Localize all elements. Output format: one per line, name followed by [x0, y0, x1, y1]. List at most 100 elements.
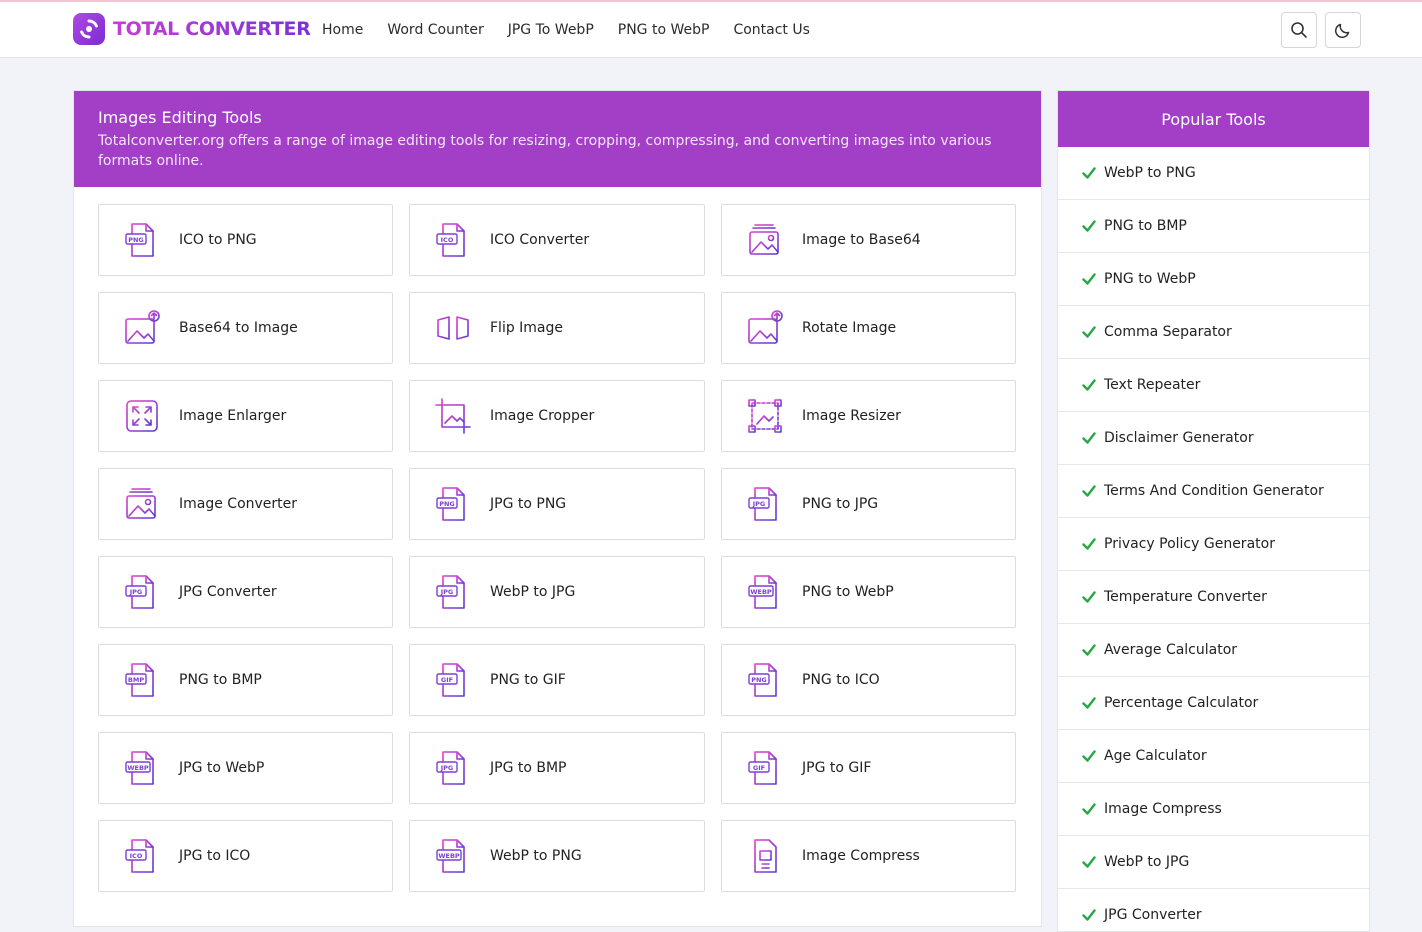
svg-text:WEBP: WEBP	[750, 588, 772, 596]
tool-card-label: PNG to ICO	[802, 672, 880, 688]
file-ico-icon: ICO	[125, 839, 154, 873]
popular-tools-sidebar: Popular Tools WebP to PNG PNG to BMP PNG t…	[1057, 90, 1370, 932]
svg-text:JPG: JPG	[440, 764, 454, 772]
tool-card-image-enlarger[interactable]: Image Enlarger	[98, 380, 393, 452]
tool-card-image-cropper[interactable]: Image Cropper	[409, 380, 705, 452]
tool-card-ico-to-png[interactable]: PNG ICO to PNG	[98, 204, 393, 276]
tool-card-jpg-to-png[interactable]: PNG JPG to PNG	[409, 468, 705, 540]
sidebar-item-png-to-bmp[interactable]: PNG to BMP	[1058, 200, 1369, 253]
file-bmp-icon: BMP	[125, 663, 154, 697]
sidebar-title: Popular Tools	[1058, 91, 1369, 147]
sidebar-item-comma-separator[interactable]: Comma Separator	[1058, 306, 1369, 359]
site-header: TOTAL CONVERTER Home Word Counter JPG To…	[0, 2, 1422, 58]
check-icon	[1082, 909, 1096, 921]
file-png-icon: PNG	[125, 223, 154, 257]
tool-card-image-converter[interactable]: Image Converter	[98, 468, 393, 540]
tool-card-label: Rotate Image	[802, 320, 897, 336]
sidebar-item-age-calculator[interactable]: Age Calculator	[1058, 730, 1369, 783]
tool-card-label: JPG Converter	[179, 584, 277, 600]
svg-text:JPG: JPG	[752, 500, 766, 508]
tool-card-flip-image[interactable]: Flip Image	[409, 292, 705, 364]
sidebar-item-text-repeater[interactable]: Text Repeater	[1058, 359, 1369, 412]
check-icon	[1082, 167, 1096, 179]
check-icon	[1082, 697, 1096, 709]
tool-card-png-to-ico[interactable]: PNG PNG to ICO	[721, 644, 1016, 716]
check-icon	[1082, 538, 1096, 550]
crop-icon	[435, 398, 471, 434]
tool-card-png-to-jpg[interactable]: JPG PNG to JPG	[721, 468, 1016, 540]
nav-word-counter[interactable]: Word Counter	[387, 22, 483, 38]
resize-icon	[748, 399, 782, 433]
tools-grid: PNG ICO to PNG ICO ICO Converter Image to Ba…	[98, 204, 1016, 892]
svg-text:GIF: GIF	[441, 676, 453, 684]
sidebar-item-label: Disclaimer Generator	[1104, 430, 1254, 446]
tool-card-label: WebP to JPG	[490, 584, 576, 600]
tool-card-label: PNG to GIF	[490, 672, 566, 688]
file-png-icon: PNG	[748, 663, 777, 697]
svg-text:JPG: JPG	[129, 588, 143, 596]
nav-png-to-webp[interactable]: PNG to WebP	[618, 22, 710, 38]
nav-jpg-to-webp[interactable]: JPG To WebP	[508, 22, 594, 38]
file-webp-icon: WEBP	[125, 751, 154, 785]
image-upload-icon	[125, 310, 160, 344]
sidebar-item-label: Age Calculator	[1104, 748, 1207, 764]
sidebar-item-average-calculator[interactable]: Average Calculator	[1058, 624, 1369, 677]
dark-mode-toggle[interactable]	[1325, 12, 1361, 48]
sidebar-item-png-to-webp[interactable]: PNG to WebP	[1058, 253, 1369, 306]
sidebar-item-percentage-calculator[interactable]: Percentage Calculator	[1058, 677, 1369, 730]
sidebar-item-disclaimer-generator[interactable]: Disclaimer Generator	[1058, 412, 1369, 465]
search-button[interactable]	[1281, 12, 1317, 48]
svg-text:JPG: JPG	[440, 588, 454, 596]
tool-card-webp-to-jpg[interactable]: JPG WebP to JPG	[409, 556, 705, 628]
sidebar-item-webp-to-png[interactable]: WebP to PNG	[1058, 147, 1369, 200]
svg-text:ICO: ICO	[441, 236, 454, 244]
nav-home[interactable]: Home	[322, 22, 363, 38]
file-gif-icon: GIF	[748, 751, 777, 785]
sidebar-item-jpg-converter[interactable]: JPG Converter	[1058, 889, 1369, 931]
check-icon	[1082, 485, 1096, 497]
tool-card-png-to-gif[interactable]: GIF PNG to GIF	[409, 644, 705, 716]
image-tools-header: Images Editing Tools Totalconverter.org …	[74, 91, 1041, 187]
flip-icon	[437, 310, 469, 346]
check-icon	[1082, 273, 1096, 285]
tool-card-rotate-image[interactable]: Rotate Image	[721, 292, 1016, 364]
tool-card-jpg-to-webp[interactable]: WEBP JPG to WebP	[98, 732, 393, 804]
tool-card-png-to-webp[interactable]: WEBP PNG to WebP	[721, 556, 1016, 628]
sidebar-item-label: Terms And Condition Generator	[1104, 483, 1324, 499]
tool-card-base64-to-image[interactable]: Base64 to Image	[98, 292, 393, 364]
tool-card-jpg-to-gif[interactable]: GIF JPG to GIF	[721, 732, 1016, 804]
sidebar-item-temperature-converter[interactable]: Temperature Converter	[1058, 571, 1369, 624]
tool-card-label: ICO Converter	[490, 232, 590, 248]
check-icon	[1082, 379, 1096, 391]
svg-text:BMP: BMP	[128, 676, 144, 684]
tool-card-label: ICO to PNG	[179, 232, 257, 248]
tool-card-jpg-converter[interactable]: JPG JPG Converter	[98, 556, 393, 628]
tool-card-ico-converter[interactable]: ICO ICO Converter	[409, 204, 705, 276]
main-nav: Home Word Counter JPG To WebP PNG to Web…	[322, 2, 834, 57]
tool-card-image-resizer[interactable]: Image Resizer	[721, 380, 1016, 452]
file-png-icon: PNG	[436, 487, 465, 521]
sidebar-item-webp-to-jpg[interactable]: WebP to JPG	[1058, 836, 1369, 889]
tool-card-jpg-to-ico[interactable]: ICO JPG to ICO	[98, 820, 393, 892]
tool-card-image-compress[interactable]: Image Compress	[721, 820, 1016, 892]
tool-card-label: Image Cropper	[490, 408, 595, 424]
check-icon	[1082, 220, 1096, 232]
svg-text:WEBP: WEBP	[127, 764, 149, 772]
section-title: Images Editing Tools	[98, 108, 262, 127]
nav-contact-us[interactable]: Contact Us	[733, 22, 809, 38]
tool-card-label: Image Resizer	[802, 408, 901, 424]
tool-card-webp-to-png[interactable]: WEBP WebP to PNG	[409, 820, 705, 892]
sidebar-item-privacy-policy-generator[interactable]: Privacy Policy Generator	[1058, 518, 1369, 571]
rotate-image-icon	[748, 310, 783, 344]
sidebar-item-terms-and-condition-generator[interactable]: Terms And Condition Generator	[1058, 465, 1369, 518]
sidebar-item-label: Temperature Converter	[1104, 589, 1267, 605]
site-logo[interactable]: TOTAL CONVERTER	[73, 13, 311, 45]
tool-card-image-to-base64[interactable]: Image to Base64	[721, 204, 1016, 276]
images-icon	[126, 488, 156, 519]
sidebar-item-label: Percentage Calculator	[1104, 695, 1259, 711]
expand-icon	[126, 400, 158, 432]
tool-card-label: Image to Base64	[802, 232, 921, 248]
sidebar-item-image-compress[interactable]: Image Compress	[1058, 783, 1369, 836]
tool-card-jpg-to-bmp[interactable]: JPG JPG to BMP	[409, 732, 705, 804]
tool-card-png-to-bmp[interactable]: BMP PNG to BMP	[98, 644, 393, 716]
